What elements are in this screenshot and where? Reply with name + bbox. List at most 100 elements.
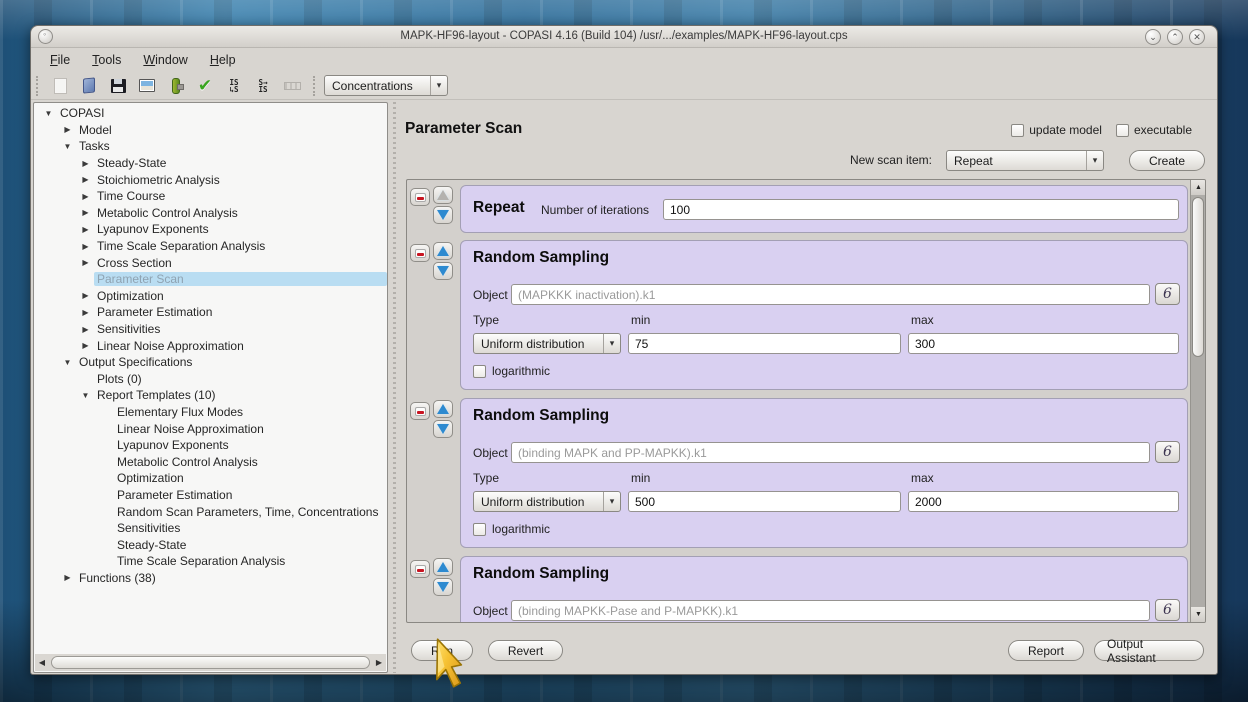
min-input[interactable] bbox=[628, 333, 901, 354]
tree-item-report-templates[interactable]: Report Templates (10) bbox=[34, 387, 387, 404]
distribution-type-select[interactable]: Uniform distribution bbox=[473, 491, 621, 512]
expand-arrow-icon[interactable] bbox=[77, 192, 94, 201]
save-button[interactable] bbox=[105, 74, 131, 98]
remove-item-button[interactable] bbox=[410, 244, 430, 262]
remove-item-button[interactable] bbox=[410, 560, 430, 578]
expand-arrow-icon[interactable] bbox=[77, 225, 94, 234]
tree-item-time-scale-separation-report[interactable]: Time Scale Separation Analysis bbox=[34, 553, 387, 570]
output-assistant-button[interactable]: Output Assistant bbox=[1094, 640, 1204, 661]
executable-checkbox[interactable] bbox=[1116, 124, 1129, 137]
revert-button[interactable]: Revert bbox=[488, 640, 563, 661]
panel-splitter[interactable] bbox=[389, 102, 399, 673]
move-up-button[interactable] bbox=[433, 186, 453, 204]
create-button[interactable]: Create bbox=[1129, 150, 1205, 171]
move-down-button[interactable] bbox=[433, 420, 453, 438]
update-model-checkbox[interactable] bbox=[1011, 124, 1024, 137]
toolbar-handle[interactable] bbox=[36, 76, 43, 96]
scroll-left-icon[interactable]: ◀ bbox=[35, 655, 49, 670]
tree-item-sensitivities-report[interactable]: Sensitivities bbox=[34, 520, 387, 537]
move-down-button[interactable] bbox=[433, 262, 453, 280]
iterations-input[interactable] bbox=[663, 199, 1179, 220]
titlebar[interactable]: MAPK-HF96-layout - COPASI 4.16 (Build 10… bbox=[31, 26, 1217, 48]
toolbar-handle-2[interactable] bbox=[313, 76, 320, 96]
expand-arrow-icon[interactable] bbox=[77, 258, 94, 267]
expand-arrow-icon[interactable] bbox=[59, 125, 76, 134]
tree-item-time-scale-separation[interactable]: Time Scale Separation Analysis bbox=[34, 238, 387, 255]
tree-item-metabolic-control-analysis-report[interactable]: Metabolic Control Analysis bbox=[34, 453, 387, 470]
tree-item-lyapunov-exponents-report[interactable]: Lyapunov Exponents bbox=[34, 437, 387, 454]
expand-arrow-icon[interactable] bbox=[59, 358, 76, 367]
report-button[interactable]: Report bbox=[1008, 640, 1084, 661]
scroll-right-icon[interactable]: ▶ bbox=[372, 655, 386, 670]
scrollbar-thumb[interactable] bbox=[51, 656, 370, 669]
new-file-button[interactable] bbox=[47, 74, 73, 98]
expand-arrow-icon[interactable] bbox=[59, 573, 76, 582]
export-image-button[interactable] bbox=[134, 74, 160, 98]
tree-item-parameter-estimation[interactable]: Parameter Estimation bbox=[34, 304, 387, 321]
scroll-down-icon[interactable]: ▼ bbox=[1191, 607, 1206, 622]
expand-arrow-icon[interactable] bbox=[77, 325, 94, 334]
remove-item-button[interactable] bbox=[410, 402, 430, 420]
logarithmic-checkbox[interactable] bbox=[473, 365, 486, 378]
tree-item-cross-section[interactable]: Cross Section bbox=[34, 254, 387, 271]
select-object-button[interactable]: 6 bbox=[1155, 283, 1180, 305]
view-mode-select[interactable]: Concentrations bbox=[324, 75, 448, 96]
open-file-button[interactable] bbox=[76, 74, 102, 98]
tree-horizontal-scrollbar[interactable]: ◀ ▶ bbox=[35, 654, 386, 671]
minimize-button[interactable]: ⌄ bbox=[1145, 29, 1161, 45]
remove-item-button[interactable] bbox=[410, 188, 430, 206]
tree-item-stoichiometric-analysis[interactable]: Stoichiometric Analysis bbox=[34, 171, 387, 188]
max-input[interactable] bbox=[908, 333, 1179, 354]
menu-tools[interactable]: Tools bbox=[83, 51, 130, 69]
object-input[interactable] bbox=[511, 442, 1150, 463]
close-button[interactable]: ✕ bbox=[1189, 29, 1205, 45]
tree-item-metabolic-control-analysis[interactable]: Metabolic Control Analysis bbox=[34, 205, 387, 222]
tree-item-copasi[interactable]: COPASI bbox=[34, 105, 387, 122]
new-scan-item-select[interactable]: Repeat bbox=[946, 150, 1104, 171]
move-up-button[interactable] bbox=[433, 242, 453, 260]
tree-item-sensitivities[interactable]: Sensitivities bbox=[34, 321, 387, 338]
distribution-type-select[interactable]: Uniform distribution bbox=[473, 333, 621, 354]
tree-item-functions[interactable]: Functions (38) bbox=[34, 570, 387, 587]
tree-item-parameter-estimation-report[interactable]: Parameter Estimation bbox=[34, 487, 387, 504]
move-down-button[interactable] bbox=[433, 206, 453, 224]
tree-item-random-scan-parameters[interactable]: Random Scan Parameters, Time, Concentrat… bbox=[34, 503, 387, 520]
tree-item-model[interactable]: Model bbox=[34, 122, 387, 139]
scan-vertical-scrollbar[interactable]: ▲ ▼ bbox=[1190, 180, 1205, 622]
slider-button[interactable] bbox=[279, 74, 305, 98]
move-down-button[interactable] bbox=[433, 578, 453, 596]
expand-arrow-icon[interactable] bbox=[40, 109, 57, 118]
expand-arrow-icon[interactable] bbox=[77, 242, 94, 251]
tree-item-linear-noise-approximation[interactable]: Linear Noise Approximation bbox=[34, 337, 387, 354]
select-object-button[interactable]: 6 bbox=[1155, 599, 1180, 621]
menu-window[interactable]: Window bbox=[134, 51, 196, 69]
tree-item-time-course[interactable]: Time Course bbox=[34, 188, 387, 205]
move-up-button[interactable] bbox=[433, 558, 453, 576]
menu-help[interactable]: Help bbox=[201, 51, 245, 69]
expand-arrow-icon[interactable] bbox=[77, 341, 94, 350]
sbml-button[interactable] bbox=[163, 74, 189, 98]
select-object-button[interactable]: 6 bbox=[1155, 441, 1180, 463]
move-up-button[interactable] bbox=[433, 400, 453, 418]
expand-arrow-icon[interactable] bbox=[77, 208, 94, 217]
menu-file[interactable]: File bbox=[41, 51, 79, 69]
maximize-button[interactable]: ⌃ bbox=[1167, 29, 1183, 45]
tree-item-parameter-scan[interactable]: Parameter Scan bbox=[34, 271, 387, 288]
expand-arrow-icon[interactable] bbox=[77, 308, 94, 317]
logarithmic-checkbox[interactable] bbox=[473, 523, 486, 536]
tree-item-plots[interactable]: Plots (0) bbox=[34, 371, 387, 388]
expand-arrow-icon[interactable] bbox=[77, 291, 94, 300]
tree-item-lyapunov-exponents[interactable]: Lyapunov Exponents bbox=[34, 221, 387, 238]
tree-item-linear-noise-approximation-report[interactable]: Linear Noise Approximation bbox=[34, 420, 387, 437]
expand-arrow-icon[interactable] bbox=[77, 175, 94, 184]
scrollbar-thumb[interactable] bbox=[1192, 197, 1204, 357]
s-to-is-button[interactable]: S→IS bbox=[250, 74, 276, 98]
object-input[interactable] bbox=[511, 600, 1150, 621]
check-model-button[interactable]: ✔ bbox=[192, 74, 218, 98]
scroll-up-icon[interactable]: ▲ bbox=[1191, 180, 1206, 195]
object-input[interactable] bbox=[511, 284, 1150, 305]
tree-item-elementary-flux-modes[interactable]: Elementary Flux Modes bbox=[34, 404, 387, 421]
expand-arrow-icon[interactable] bbox=[77, 391, 94, 400]
max-input[interactable] bbox=[908, 491, 1179, 512]
min-input[interactable] bbox=[628, 491, 901, 512]
